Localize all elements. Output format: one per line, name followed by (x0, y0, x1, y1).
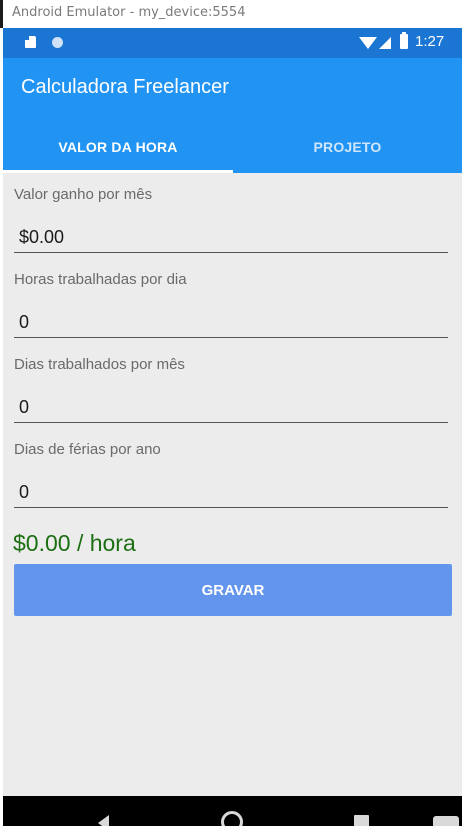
app-title: Calculadora Freelancer (21, 76, 229, 98)
app-bar: Calculadora Freelancer (3, 58, 462, 115)
days-per-month-underline (14, 422, 448, 423)
recents-icon[interactable] (354, 815, 369, 826)
device-screen: 1:27 Calculadora Freelancer VALOR DA HOR… (3, 28, 462, 826)
save-button[interactable]: GRAVAR (14, 564, 452, 616)
emulator-control-icon (433, 816, 459, 826)
wifi-icon (359, 37, 377, 49)
vacation-days-underline (14, 507, 448, 508)
sd-card-icon (25, 36, 36, 48)
monthly-income-input[interactable]: $0.00 (19, 227, 64, 248)
tab-bar: VALOR DA HORA PROJETO (3, 115, 462, 173)
navigation-bar (3, 796, 462, 826)
hours-per-day-label: Horas trabalhadas por dia (14, 271, 187, 288)
days-per-month-label: Dias trabalhados por mês (14, 356, 185, 373)
days-per-month-input[interactable]: 0 (19, 397, 29, 418)
status-bar: 1:27 (3, 28, 462, 58)
back-icon[interactable] (98, 815, 109, 826)
tab-selected-indicator (3, 170, 233, 173)
hourly-rate-result: $0.00 / hora (13, 530, 136, 556)
signal-icon (379, 37, 391, 49)
emulator-title-bar: Android Emulator - my_device:5554 (0, 0, 462, 28)
tab-valor-da-hora[interactable]: VALOR DA HORA (3, 115, 233, 173)
monthly-income-label: Valor ganho por mês (14, 186, 153, 203)
status-clock: 1:27 (415, 33, 445, 50)
notification-dot-icon (52, 37, 63, 48)
window-edge (0, 0, 3, 28)
vacation-days-input[interactable]: 0 (19, 482, 29, 503)
tab-projeto[interactable]: PROJETO (233, 115, 462, 173)
vacation-days-label: Dias de férias por ano (14, 441, 161, 458)
hours-per-day-underline (14, 337, 448, 338)
battery-icon (400, 32, 408, 49)
monthly-income-underline (14, 252, 448, 253)
home-icon[interactable] (221, 811, 243, 826)
hours-per-day-input[interactable]: 0 (19, 312, 29, 333)
emulator-title: Android Emulator - my_device:5554 (12, 5, 246, 20)
